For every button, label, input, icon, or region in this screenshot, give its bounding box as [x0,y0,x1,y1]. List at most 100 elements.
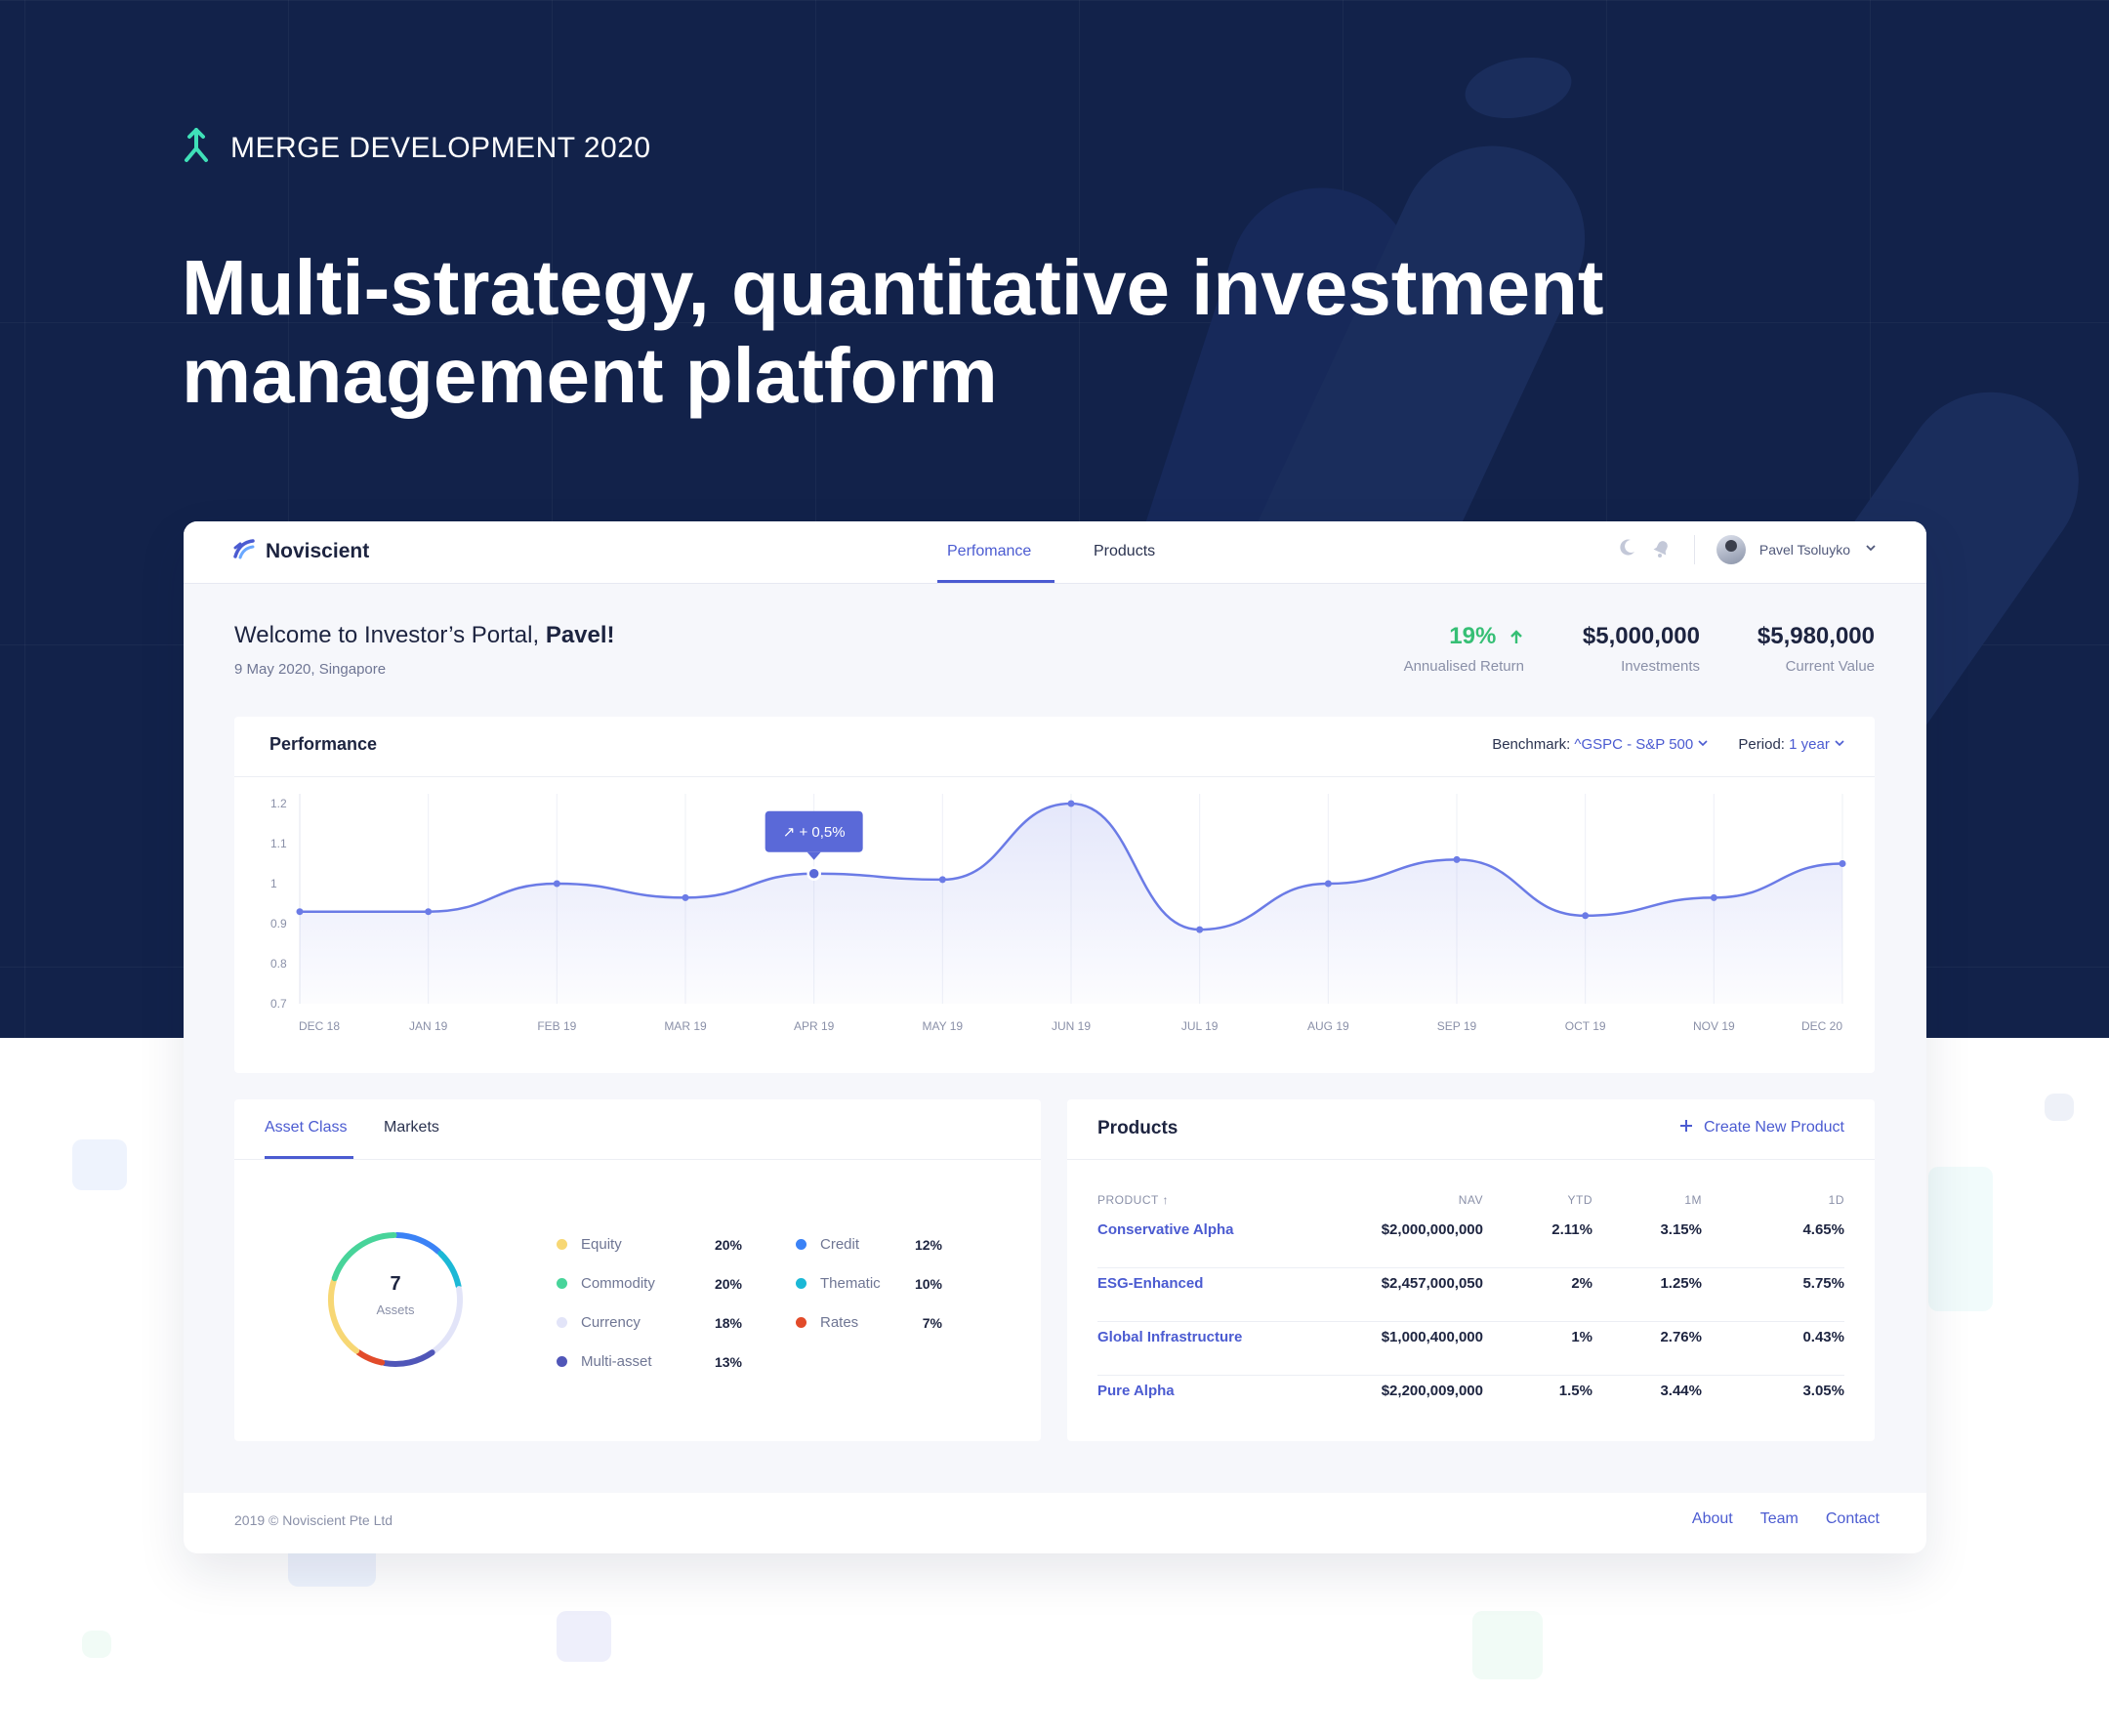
period-select[interactable]: Period: 1 year [1738,736,1845,753]
app-name: Noviscient [266,539,370,562]
avatar[interactable] [1716,535,1746,564]
welcome-user-name: Pavel! [545,622,615,648]
chart-x-tick-label: MAY 19 [923,1019,964,1033]
decor-square [1928,1167,1993,1311]
chart-y-tick-label: 0.9 [270,917,287,930]
legend-label: Thematic [820,1275,881,1292]
product-ytd: 1% [1571,1329,1592,1345]
footer-link-about[interactable]: About [1692,1510,1733,1528]
legend-item: Rates 7% [796,1314,942,1331]
product-1d: 4.65% [1802,1221,1844,1238]
performance-title: Performance [269,734,378,754]
legend-dot [796,1239,806,1250]
top-navigation: Noviscient Perfomance Products Pavel Tso… [184,521,1926,584]
nav-right-group: Pavel Tsoluyko [1616,535,1878,564]
product-1d: 0.43% [1802,1329,1844,1345]
chart-x-tick-label: JUN 19 [1052,1019,1091,1033]
stat-investments: $5,000,000 Investments [1583,623,1700,675]
nav-divider [1693,535,1695,564]
legend-dot [796,1317,806,1328]
legend-percent: 20% [714,1275,742,1292]
product-1d: 5.75% [1802,1275,1844,1292]
legend-dot [557,1317,567,1328]
product-nav: $2,457,000,050 [1381,1275,1483,1292]
chart-y-tick-label: 1.2 [270,797,287,810]
decor-square [82,1631,111,1658]
products-panel: Products Create New Product PRODUCT ↑ NA… [1067,1099,1875,1441]
product-name-link[interactable]: Global Infrastructure [1097,1310,1242,1364]
product-name-link[interactable]: Conservative Alpha [1097,1203,1234,1257]
legend-label: Commodity [581,1275,655,1292]
chart-data-point [1582,912,1590,920]
asset-count-label: Assets [376,1302,415,1317]
product-name-link[interactable]: ESG-Enhanced [1097,1257,1203,1310]
products-table: PRODUCT ↑ NAV YTD 1M 1D Conservative Alp… [1097,1185,1844,1429]
copyright: 2019 © Noviscient Pte Ltd [234,1512,393,1528]
chart-data-point [938,876,946,884]
chart-data-point [1067,800,1075,807]
chart-x-tick-label: FEB 19 [537,1019,576,1033]
chart-data-point [682,893,689,901]
legend-dot [557,1356,567,1367]
welcome-greeting: Welcome to Investor’s Portal, [234,622,540,648]
tab-markets[interactable]: Markets [384,1119,439,1137]
app-logo[interactable]: Noviscient [232,537,369,565]
footer-link-contact[interactable]: Contact [1826,1510,1880,1528]
performance-header: Performance Benchmark: ^GSPC - S&P 500 P… [234,717,1875,777]
chart-data-point [1196,926,1204,933]
legend-label: Multi-asset [581,1353,652,1370]
stat-label: Current Value [1785,658,1875,675]
tab-asset-class[interactable]: Asset Class [265,1119,347,1137]
chart-y-tick-label: 1.1 [270,837,287,850]
stat-label: Investments [1621,658,1700,675]
chart-y-tick-label: 1 [270,877,277,890]
chart-data-point [1710,893,1717,901]
chart-y-tick-label: 0.7 [270,997,287,1011]
footer-link-team[interactable]: Team [1760,1510,1799,1528]
legend-item: Thematic 10% [796,1275,942,1292]
legend-percent: 12% [914,1236,942,1253]
decor-square [1472,1611,1543,1679]
user-name[interactable]: Pavel Tsoluyko [1759,542,1850,558]
moon-icon[interactable] [1616,537,1637,563]
tab-performance[interactable]: Perfomance [947,543,1031,560]
product-1m: 3.44% [1660,1383,1702,1399]
stat-annualised-return: 19% Annualised Return [1404,623,1524,675]
active-tab-indicator [265,1156,353,1159]
date-location: 9 May 2020, Singapore [234,661,387,678]
chart-x-tick-label: NOV 19 [1693,1019,1735,1033]
chart-x-tick-label: MAR 19 [664,1019,707,1033]
products-title: Products [1097,1118,1179,1138]
brand-text: MERGE DEVELOPMENT 2020 [230,131,651,164]
brand-row: MERGE DEVELOPMENT 2020 [182,127,651,169]
performance-panel: Performance Benchmark: ^GSPC - S&P 500 P… [234,717,1875,1073]
chevron-down-icon[interactable] [1864,541,1878,559]
bell-icon[interactable] [1651,537,1673,563]
product-1m: 3.15% [1660,1221,1702,1238]
product-name-link[interactable]: Pure Alpha [1097,1364,1175,1418]
product-1m: 2.76% [1660,1329,1702,1345]
product-nav: $2,200,009,000 [1381,1383,1483,1399]
merge-logo-icon [182,127,211,169]
period-value: 1 year [1789,736,1830,753]
chart-x-tick-label: AUG 19 [1307,1019,1349,1033]
tab-products[interactable]: Products [1094,543,1155,560]
chart-data-point [1324,880,1332,888]
table-row[interactable]: Pure Alpha $2,200,009,000 1.5% 3.44% 3.0… [1097,1376,1844,1429]
chart-data-point [1453,855,1461,863]
legend-percent: 20% [714,1236,742,1253]
period-label: Period: [1738,736,1785,753]
chart-tooltip-arrow [806,851,821,860]
create-product-button[interactable]: Create New Product [1679,1119,1844,1137]
legend-percent: 13% [714,1353,742,1370]
benchmark-select[interactable]: Benchmark: ^GSPC - S&P 500 [1492,736,1709,753]
donut-center: 7 Assets [322,1226,469,1373]
legend-item: Currency 18% [557,1314,742,1331]
asset-count: 7 [390,1273,401,1295]
create-product-label: Create New Product [1703,1119,1844,1136]
chart-x-tick-label: APR 19 [794,1019,835,1033]
chart-data-point [425,908,433,916]
products-header: Products Create New Product [1067,1099,1875,1160]
decor-square [557,1611,611,1662]
footer: 2019 © Noviscient Pte Ltd About Team Con… [184,1493,1926,1553]
